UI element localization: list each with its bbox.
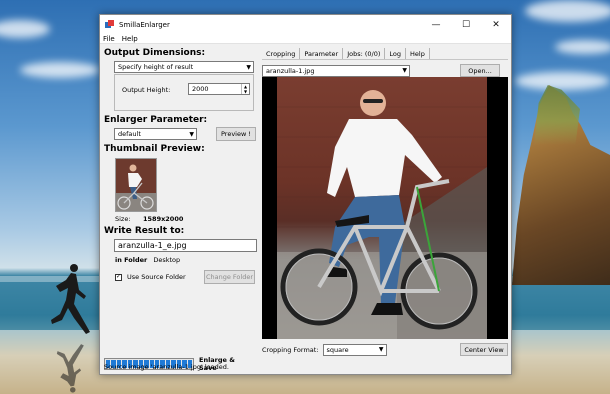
output-height-group: Output Height: 2000 ▲ ▼ (114, 74, 254, 111)
change-folder-button[interactable]: Change Folder (204, 270, 255, 284)
output-height-spinbox[interactable]: 2000 ▲ ▼ (188, 83, 250, 95)
chevron-down-icon: ▼ (378, 346, 384, 353)
thumbnail-preview-heading: Thumbnail Preview: (104, 144, 205, 154)
thumbnail-image (115, 158, 157, 212)
menu-bar: File Help (100, 34, 511, 44)
left-panel: Output Dimensions: Specify height of res… (104, 48, 258, 372)
source-file-select[interactable]: aranzulla-1.jpg ▼ (262, 64, 410, 77)
use-source-folder-label: Use Source Folder (127, 273, 186, 281)
crop-preview-area[interactable] (262, 77, 508, 339)
cropping-format-value: square (326, 345, 349, 354)
source-file-value: aranzulla-1.jpg (266, 66, 315, 75)
app-icon (105, 20, 114, 29)
tab-cropping[interactable]: Cropping (262, 48, 301, 59)
menu-file[interactable]: File (103, 35, 115, 43)
size-value: 1589x2000 (143, 215, 184, 223)
use-source-folder-checkbox[interactable]: ✓ (115, 273, 122, 281)
open-button[interactable]: Open... (460, 64, 500, 77)
output-mode-value: Specify height of result (118, 63, 194, 71)
right-panel: Cropping Parameter Jobs: (0/0) Log Help … (262, 48, 508, 356)
center-view-button[interactable]: Center View (460, 343, 508, 356)
output-dimensions-heading: Output Dimensions: (104, 48, 206, 58)
maximize-icon[interactable]: ☐ (451, 15, 481, 34)
tab-parameter[interactable]: Parameter (300, 48, 344, 59)
status-text: Source image 'aranzulla-1.jpg' loaded. (104, 363, 229, 371)
menu-help[interactable]: Help (122, 35, 138, 43)
minimize-icon[interactable]: — (421, 15, 451, 34)
enlarger-parameter-heading: Enlarger Parameter: (104, 115, 208, 125)
output-height-label: Output Height: (122, 86, 171, 94)
tab-jobs[interactable]: Jobs: (0/0) (343, 48, 386, 59)
size-label: Size: (115, 215, 131, 223)
chevron-down-icon: ▼ (246, 63, 251, 71)
tab-bar: Cropping Parameter Jobs: (0/0) Log Help (262, 48, 508, 60)
close-icon[interactable]: ✕ (481, 15, 511, 34)
cropping-format-select[interactable]: square ▼ (322, 343, 387, 356)
chevron-down-icon: ▼ (189, 130, 194, 138)
chevron-down-icon: ▼ (402, 67, 407, 74)
tab-log[interactable]: Log (385, 48, 407, 59)
window-title: SmillaEnlarger (119, 20, 170, 29)
output-filename-value: aranzulla-1_e.jpg (118, 241, 187, 250)
title-bar[interactable]: SmillaEnlarger — ☐ ✕ (100, 15, 511, 34)
output-filename-input[interactable]: aranzulla-1_e.jpg (114, 239, 257, 252)
output-height-value: 2000 (192, 85, 209, 93)
cropping-format-label: Cropping Format: (262, 345, 319, 354)
tab-help[interactable]: Help (406, 48, 430, 59)
folder-value: Desktop (153, 256, 181, 264)
app-window: SmillaEnlarger — ☐ ✕ File Help Output Di… (99, 14, 512, 375)
preset-value: default (118, 130, 141, 138)
preview-button[interactable]: Preview ! (216, 127, 256, 141)
write-result-heading: Write Result to: (104, 226, 185, 236)
output-mode-select[interactable]: Specify height of result ▼ (114, 61, 254, 73)
spin-down-icon[interactable]: ▼ (242, 89, 249, 94)
in-folder-label: in Folder (115, 256, 148, 264)
preset-select[interactable]: default ▼ (114, 128, 197, 140)
runner-silhouette (51, 264, 90, 334)
source-photo (277, 77, 487, 339)
